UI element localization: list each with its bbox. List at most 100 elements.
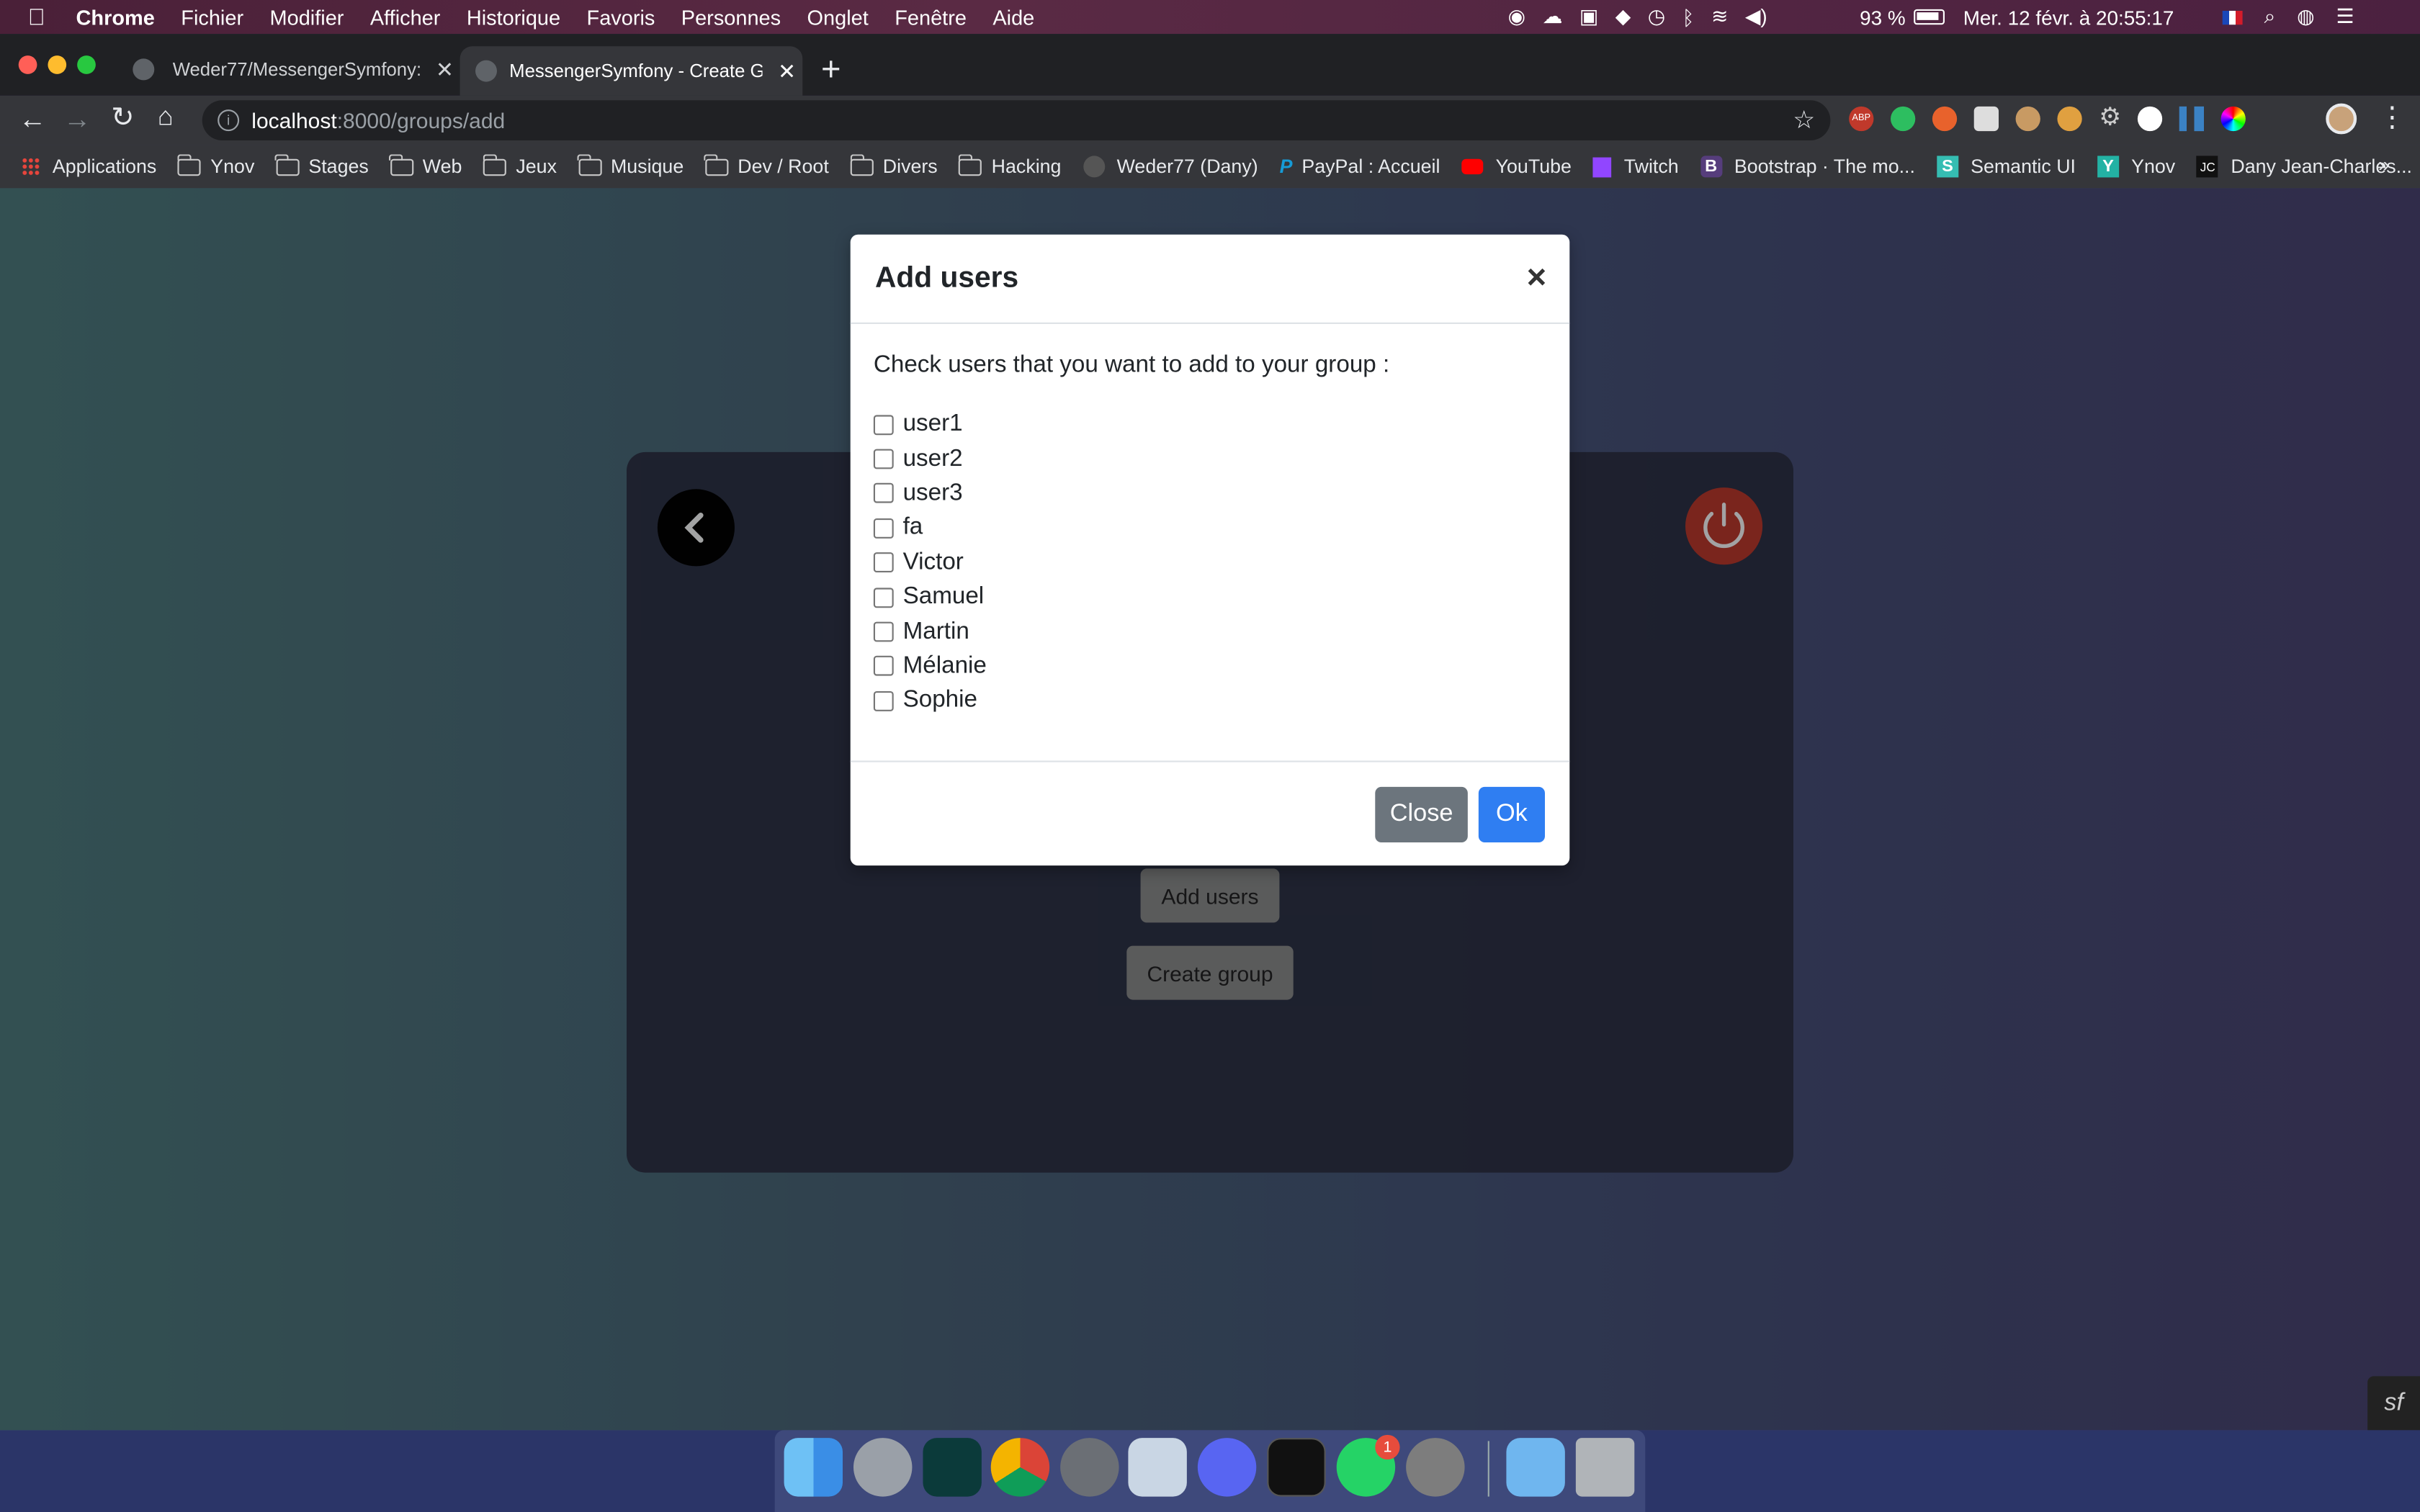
flag-icon[interactable] xyxy=(2222,9,2243,24)
system-preferences-icon[interactable] xyxy=(1060,1438,1119,1497)
mail-icon[interactable] xyxy=(1128,1438,1187,1497)
bookmark-paypal[interactable]: P PayPal : Accueil xyxy=(1280,156,1440,177)
address-bar[interactable]: i localhost:8000/groups/add ☆ xyxy=(202,100,1831,140)
colorpicker-icon[interactable] xyxy=(2221,106,2246,132)
time-machine-icon[interactable]: ◷ xyxy=(1648,4,1665,29)
bookmark-stages[interactable]: Stages xyxy=(275,153,369,177)
bookmark-applications[interactable]: Applications xyxy=(22,156,156,177)
adblock-icon[interactable]: ABP xyxy=(1849,106,1874,132)
ig-extension-icon[interactable] xyxy=(1932,106,1958,132)
wifi-icon[interactable]: ≋ xyxy=(1711,4,1728,29)
evernote-icon[interactable] xyxy=(1891,106,1916,132)
user-checkbox[interactable] xyxy=(873,518,894,539)
user-label[interactable]: Martin xyxy=(903,618,969,646)
battery-status[interactable]: 93 % xyxy=(1860,0,1945,34)
menu-favoris[interactable]: Favoris xyxy=(587,6,655,29)
cookie-alt-icon[interactable] xyxy=(2057,106,2082,132)
cloud-icon[interactable]: ☁ xyxy=(1542,4,1562,29)
modal-close-button[interactable]: Close xyxy=(1375,786,1468,842)
bookmark-ynov-site[interactable]: Y Ynov xyxy=(2097,156,2175,178)
terminal-icon[interactable] xyxy=(1267,1438,1326,1497)
bookmark-musique[interactable]: Musique xyxy=(577,153,684,177)
finder-icon[interactable] xyxy=(784,1438,843,1497)
user-checkbox[interactable] xyxy=(873,449,894,469)
cookie-icon[interactable] xyxy=(2015,106,2040,132)
reload-button[interactable]: ↻ xyxy=(111,102,134,134)
menu-fichier[interactable]: Fichier xyxy=(181,6,243,29)
bookmark-ynov-folder[interactable]: Ynov xyxy=(177,153,254,177)
user-option[interactable]: Mélanie xyxy=(873,649,1546,684)
user-checkbox[interactable] xyxy=(873,690,894,711)
bluetooth-icon[interactable]: ᛒ xyxy=(1682,6,1695,29)
user-label[interactable]: Samuel xyxy=(903,583,985,611)
close-icon[interactable]: ✕ xyxy=(436,56,454,82)
forward-button[interactable]: → xyxy=(63,104,91,136)
bars-extension-icon[interactable] xyxy=(2179,106,2205,132)
bookmark-jeux[interactable]: Jeux xyxy=(483,153,557,177)
window-minimize-button[interactable] xyxy=(48,55,67,74)
tab-github[interactable]: Weder77/MessengerSymfony: A ✕ xyxy=(123,46,454,92)
menu-afficher[interactable]: Afficher xyxy=(370,6,441,29)
user-option[interactable]: Martin xyxy=(873,615,1546,649)
window-zoom-button[interactable] xyxy=(77,55,96,74)
bookmark-hacking[interactable]: Hacking xyxy=(958,153,1061,177)
user-label[interactable]: user2 xyxy=(903,445,963,473)
user-option[interactable]: Sophie xyxy=(873,684,1546,719)
tab-create-group[interactable]: MessengerSymfony - Create Gro ✕ xyxy=(460,46,803,96)
user-checkbox[interactable] xyxy=(873,414,894,435)
tableplus-icon[interactable] xyxy=(1406,1438,1465,1497)
new-tab-button[interactable]: + xyxy=(821,50,841,90)
volume-icon[interactable]: ◀) xyxy=(1745,4,1767,29)
user-label[interactable]: user1 xyxy=(903,410,963,438)
circle-extension-icon[interactable] xyxy=(2138,106,2163,132)
bookmark-dev-root[interactable]: Dev / Root xyxy=(704,153,829,177)
info-icon[interactable]: i xyxy=(218,109,240,132)
notification-center-icon[interactable]: ☰ xyxy=(2336,4,2354,29)
discord-icon[interactable] xyxy=(1197,1438,1257,1497)
more-menu-icon[interactable]: ⋮ xyxy=(2378,102,2406,134)
docker-icon[interactable]: ▣ xyxy=(1579,4,1598,29)
siri-icon[interactable]: ◍ xyxy=(2297,4,2314,29)
user-label[interactable]: Sophie xyxy=(903,687,977,715)
bookmark-bootstrap[interactable]: B Bootstrap · The mo... xyxy=(1700,156,1915,178)
user-label[interactable]: Victor xyxy=(903,549,964,577)
menu-aide[interactable]: Aide xyxy=(992,6,1034,29)
symfony-toolbar-icon[interactable]: sf xyxy=(2367,1376,2420,1431)
elephant-icon[interactable]: ◉ xyxy=(1508,4,1525,29)
menu-modifier[interactable]: Modifier xyxy=(270,6,344,29)
user-checkbox[interactable] xyxy=(873,483,894,504)
dashlane-icon[interactable] xyxy=(923,1438,982,1497)
clock[interactable]: Mer. 12 févr. à 20:55:17 xyxy=(1963,0,2174,34)
bookmark-twitch[interactable]: Twitch xyxy=(1592,156,1679,177)
modal-ok-button[interactable]: Ok xyxy=(1478,786,1545,842)
user-option[interactable]: fa xyxy=(873,511,1546,546)
bookmarks-overflow-icon[interactable]: » xyxy=(2378,153,2390,176)
menu-personnes[interactable]: Personnes xyxy=(681,6,781,29)
apple-icon[interactable]:  xyxy=(28,4,45,30)
bookmark-web[interactable]: Web xyxy=(389,153,462,177)
gitkraken-icon[interactable]: ◆ xyxy=(1615,4,1631,29)
star-icon[interactable]: ☆ xyxy=(1793,105,1815,136)
downloads-folder-icon[interactable] xyxy=(1506,1438,1565,1497)
spotlight-icon[interactable]: ⌕ xyxy=(2264,4,2276,29)
user-label[interactable]: fa xyxy=(903,514,923,542)
trash-icon[interactable] xyxy=(1575,1438,1635,1497)
close-icon[interactable]: ✕ xyxy=(778,58,796,84)
user-label[interactable]: user3 xyxy=(903,480,963,508)
window-close-button[interactable] xyxy=(18,55,37,74)
bookmark-weder77[interactable]: Weder77 (Dany) xyxy=(1083,156,1258,178)
chrome-icon[interactable] xyxy=(990,1438,1050,1497)
user-option[interactable]: user2 xyxy=(873,442,1546,477)
user-checkbox[interactable] xyxy=(873,552,894,573)
user-option[interactable]: Victor xyxy=(873,546,1546,580)
bookmark-youtube[interactable]: YouTube xyxy=(1461,156,1572,177)
user-checkbox[interactable] xyxy=(873,587,894,608)
user-checkbox[interactable] xyxy=(873,656,894,677)
menu-historique[interactable]: Historique xyxy=(467,6,560,29)
bookmark-semantic-ui[interactable]: S Semantic UI xyxy=(1936,156,2076,178)
extension-icon[interactable] xyxy=(1973,106,1999,132)
app-menu[interactable]: Chrome xyxy=(76,6,155,29)
gear-icon[interactable]: ⚙ xyxy=(2099,106,2121,131)
back-button[interactable]: ← xyxy=(19,104,47,136)
menu-onglet[interactable]: Onglet xyxy=(807,6,869,29)
